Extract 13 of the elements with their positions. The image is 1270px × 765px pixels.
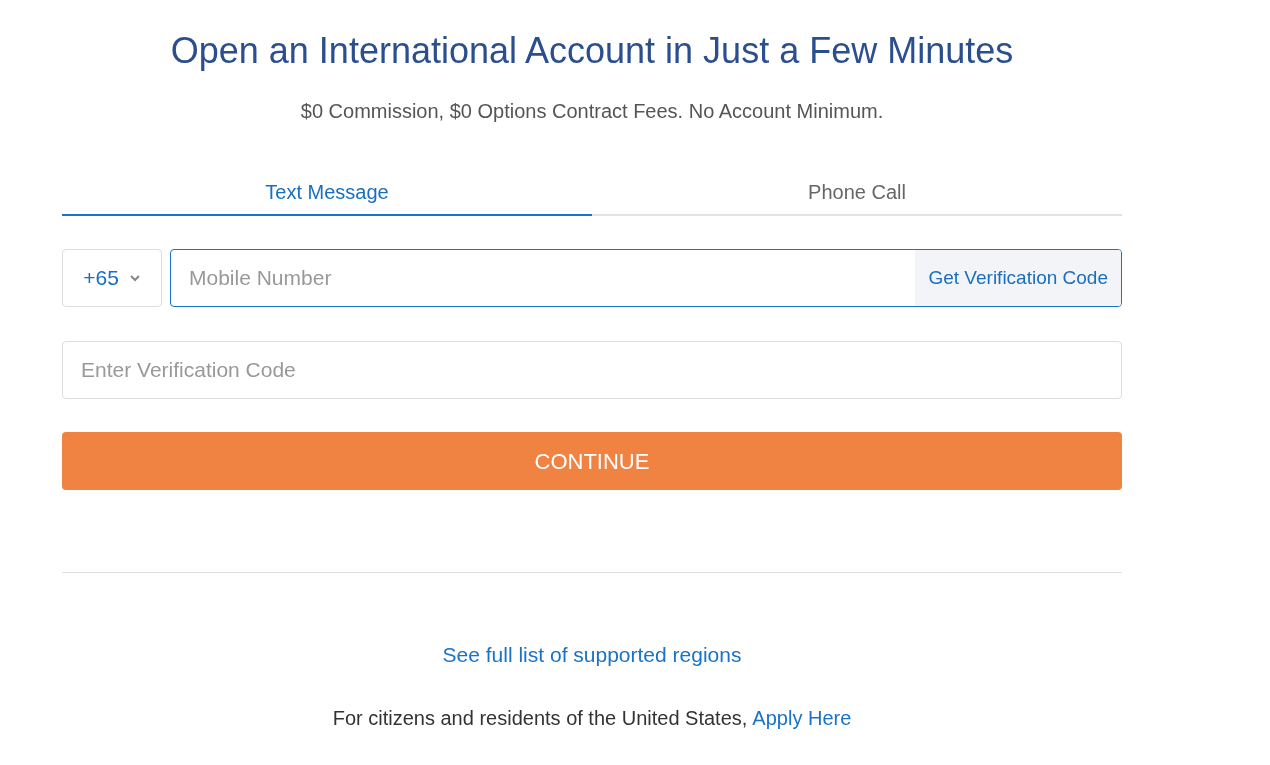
supported-regions-link[interactable]: See full list of supported regions xyxy=(442,639,742,671)
get-code-button[interactable]: Get Verification Code xyxy=(915,250,1121,306)
continue-button[interactable]: CONTINUE xyxy=(62,432,1122,490)
apply-here-link[interactable]: Apply Here xyxy=(752,702,852,733)
tab[interactable]: Phone Call xyxy=(592,176,1122,216)
subtitle: $0 Commission, $0 Options Contract Fees. No Account Minimum. xyxy=(300,99,884,124)
chevron-down-icon xyxy=(128,274,141,282)
verification-code-field[interactable]: Enter Verification Code xyxy=(62,341,1122,399)
tab[interactable]: Text Message xyxy=(62,176,592,216)
mobile-number-field[interactable]: Mobile Number Get Verification Code xyxy=(170,249,1122,307)
page-title: Open an International Account in Just a Few Minutes xyxy=(170,29,1014,73)
us-residents-note: For citizens and residents of the United States, xyxy=(332,705,748,731)
country-code-select[interactable]: +65 xyxy=(62,249,162,307)
